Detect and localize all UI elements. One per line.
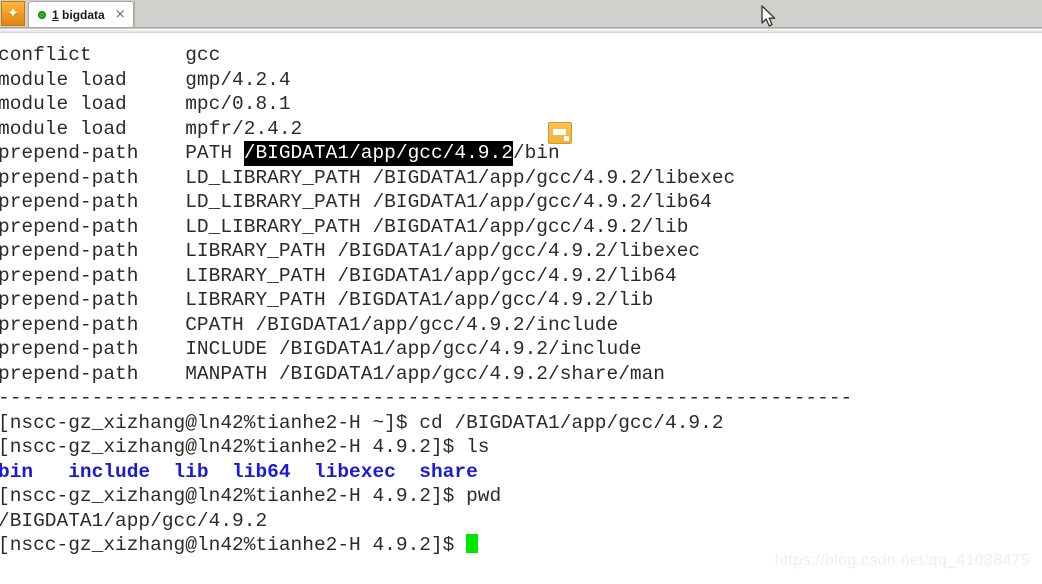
terminal-line-text: module load gmp/4.2.4 <box>0 68 291 91</box>
terminal-line: module load gmp/4.2.4 <box>0 68 1042 93</box>
terminal-line: ----------------------------------------… <box>0 386 1042 411</box>
terminal-line: [nscc-gz_xizhang@ln42%tianhe2-H ~]$ cd /… <box>0 411 1042 436</box>
terminal-line-text: conflict gcc <box>0 44 221 66</box>
watermark: https://blog.csdn.net/qq_41088475 <box>774 552 1030 569</box>
close-icon[interactable]: × <box>115 8 126 21</box>
app-logo-icon: ✦ <box>1 1 25 26</box>
terminal-text-area: conflict gcc module load gmp/4.2.4 module … <box>0 43 1042 558</box>
terminal-line: [nscc-gz_xizhang@ln42%tianhe2-H 4.9.2]$ … <box>0 484 1042 509</box>
tab-bar-empty-area <box>133 1 1042 27</box>
terminal-line: prepend-path MANPATH /BIGDATA1/app/gcc/4… <box>0 362 1042 387</box>
terminal-line-text: module load mpc/0.8.1 <box>0 93 291 115</box>
terminal-line: conflict gcc <box>0 43 1042 68</box>
terminal-line-text: [nscc-gz_xizhang@ln42%tianhe2-H ~]$ cd /… <box>0 411 724 434</box>
tab-bar-divider-secondary <box>0 30 1042 33</box>
terminal-line: prepend-path LD_LIBRARY_PATH /BIGDATA1/a… <box>0 190 1042 215</box>
xshell-window: ✦ 1 bigdata × conflict gcc module load gm… <box>0 0 1042 584</box>
terminal-line: prepend-path PATH /BIGDATA1/app/gcc/4.9.… <box>0 141 1042 166</box>
tab-bar: ✦ 1 bigdata × <box>0 0 1042 27</box>
terminal-line-text: [nscc-gz_xizhang@ln42%tianhe2-H 4.9.2]$ … <box>0 485 502 507</box>
terminal-line: bin include lib lib64 libexec share <box>0 460 1042 485</box>
terminal-line-text: prepend-path LIBRARY_PATH /BIGDATA1/app/… <box>0 264 677 287</box>
terminal-line: [nscc-gz_xizhang@ln42%tianhe2-H 4.9.2]$ … <box>0 435 1042 460</box>
drag-copy-icon <box>548 122 572 144</box>
terminal-line: module load mpfr/2.4.2 <box>0 117 1042 142</box>
tab-number: 1 <box>52 7 59 22</box>
terminal-line-text: /BIGDATA1/app/gcc/4.9.2 <box>0 509 268 532</box>
shell-prompt: [nscc-gz_xizhang@ln42%tianhe2-H 4.9.2]$ <box>0 534 467 556</box>
terminal-line: prepend-path LD_LIBRARY_PATH /BIGDATA1/a… <box>0 166 1042 191</box>
terminal-line-text: prepend-path INCLUDE /BIGDATA1/app/gcc/4… <box>0 338 642 360</box>
terminal-line: prepend-path INCLUDE /BIGDATA1/app/gcc/4… <box>0 337 1042 362</box>
terminal-line: prepend-path CPATH /BIGDATA1/app/gcc/4.9… <box>0 313 1042 338</box>
terminal-line-text: module load mpfr/2.4.2 <box>0 117 303 140</box>
tab-bar-divider <box>0 27 1042 29</box>
app-logo-glyph: ✦ <box>6 4 20 22</box>
terminal-line-text: prepend-path MANPATH /BIGDATA1/app/gcc/4… <box>0 362 666 385</box>
terminal-line: prepend-path LD_LIBRARY_PATH /BIGDATA1/a… <box>0 215 1042 240</box>
terminal-line-text: prepend-path PATH <box>0 142 244 164</box>
terminal-line: prepend-path LIBRARY_PATH /BIGDATA1/app/… <box>0 288 1042 313</box>
terminal-cursor <box>466 534 479 553</box>
tab-session-name: bigdata <box>62 7 105 22</box>
tab-bigdata[interactable]: 1 bigdata × <box>28 1 134 27</box>
terminal-line: module load mpc/0.8.1 <box>0 92 1042 117</box>
terminal-line: prepend-path LIBRARY_PATH /BIGDATA1/app/… <box>0 239 1042 264</box>
terminal-line-text: prepend-path LIBRARY_PATH /BIGDATA1/app/… <box>0 240 701 262</box>
terminal-line-text: prepend-path LD_LIBRARY_PATH /BIGDATA1/a… <box>0 166 736 189</box>
terminal-line-text: prepend-path LIBRARY_PATH /BIGDATA1/app/… <box>0 289 654 311</box>
session-connected-icon <box>38 10 46 19</box>
terminal-line: /BIGDATA1/app/gcc/4.9.2 <box>0 509 1042 534</box>
drag-copy-icon-corner <box>564 136 569 141</box>
terminal-line-text-tail: /bin <box>512 142 560 164</box>
terminal-line-text: bin include lib lib64 libexec share <box>0 460 478 483</box>
terminal-line: prepend-path LIBRARY_PATH /BIGDATA1/app/… <box>0 264 1042 289</box>
terminal-line-text: prepend-path LD_LIBRARY_PATH /BIGDATA1/a… <box>0 191 712 213</box>
terminal-line-text: ----------------------------------------… <box>0 387 853 409</box>
terminal-line-text: [nscc-gz_xizhang@ln42%tianhe2-H 4.9.2]$ … <box>0 436 490 458</box>
terminal-line-text: prepend-path CPATH /BIGDATA1/app/gcc/4.9… <box>0 313 619 336</box>
terminal-line-text: prepend-path LD_LIBRARY_PATH /BIGDATA1/a… <box>0 215 689 238</box>
terminal-screen[interactable]: conflict gcc module load gmp/4.2.4 module … <box>0 34 1042 584</box>
tab-label: 1 bigdata <box>52 8 105 22</box>
drag-copy-icon-bar <box>553 129 566 135</box>
selected-text[interactable]: /BIGDATA1/app/gcc/4.9.2 <box>243 141 513 166</box>
